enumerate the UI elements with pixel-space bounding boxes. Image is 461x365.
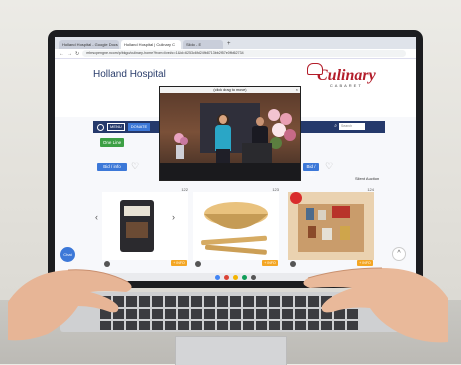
bid-info-button[interactable]: Bid / info [303, 163, 319, 177]
browser-tab-bar: Holland Hospital - Google Docs Holland H… [55, 37, 416, 49]
new-tab-button[interactable]: + [227, 40, 231, 49]
culinary-logo: Culinary CABARET [307, 63, 376, 88]
browser-tab-docs[interactable]: Holland Hospital - Google Docs [59, 40, 119, 49]
browser-tab-culinary[interactable]: Holland Hospital | Culinary C [121, 40, 181, 49]
reload-icon[interactable]: ↻ [75, 51, 79, 57]
right-hand [303, 267, 448, 343]
home-icon[interactable] [97, 123, 104, 131]
address-bar: ← → ↻ mbrscpengne.ncom/p/bkgo/culinary-h… [55, 49, 416, 59]
heart-icon[interactable]: ♡ [325, 162, 333, 171]
info-button[interactable]: + INFO [262, 260, 278, 266]
carousel-next-icon[interactable]: › [172, 212, 175, 222]
carousel-prev-icon[interactable]: ‹ [95, 212, 98, 222]
search-icon[interactable]: ⌕ [334, 123, 337, 129]
scroll-up-button[interactable]: ^ [392, 247, 406, 261]
chef-hat-icon [307, 63, 323, 75]
item-card[interactable]: 122 + INFO [102, 187, 188, 267]
back-icon[interactable]: ← [59, 51, 64, 57]
presenter [215, 114, 231, 167]
live-video-player[interactable]: (click drag to move) × [159, 86, 301, 181]
bid-info-button[interactable]: Bid / info [97, 163, 127, 171]
app-icon[interactable] [251, 274, 256, 280]
app-icon[interactable] [224, 274, 229, 280]
heart-icon[interactable]: ♡ [131, 162, 139, 171]
left-hand [8, 269, 132, 341]
laptop-screen: Holland Hospital - Google Docs Holland H… [55, 37, 416, 281]
menu-button[interactable]: MENU [107, 123, 125, 131]
silent-auction-label: Silent Auction [355, 176, 380, 181]
site-title: Holland Hospital [93, 69, 166, 80]
info-button[interactable]: + INFO [171, 260, 187, 266]
app-icon[interactable] [242, 274, 247, 280]
forward-icon[interactable]: → [67, 51, 72, 57]
zoom-icon[interactable] [195, 261, 201, 267]
close-icon[interactable]: × [296, 87, 298, 93]
video-frame [160, 93, 300, 180]
item-card[interactable]: 123 + INFO [193, 187, 279, 267]
browser-tab-slido[interactable]: Slido - E [183, 40, 223, 49]
url-field[interactable]: mbrscpengne.ncom/p/bkgo/culinary-home?fr… [82, 50, 406, 57]
one-line-button[interactable]: One Line [100, 138, 124, 147]
chat-button[interactable]: Chat [60, 247, 75, 262]
item-image-gift-basket [288, 192, 374, 260]
flower-vase [170, 133, 192, 163]
item-card[interactable]: 124 + INFO [288, 187, 374, 267]
trackpad [175, 336, 287, 365]
item-image-chocolate [102, 192, 188, 260]
stage-table [160, 163, 300, 180]
app-icon[interactable] [233, 274, 238, 280]
video-drag-bar[interactable]: (click drag to move) [160, 87, 300, 93]
donate-button[interactable]: DONATE [127, 123, 151, 131]
search-input[interactable]: Search [339, 123, 365, 130]
item-image-wood-bowl [193, 192, 279, 260]
app-icon[interactable] [215, 274, 220, 280]
